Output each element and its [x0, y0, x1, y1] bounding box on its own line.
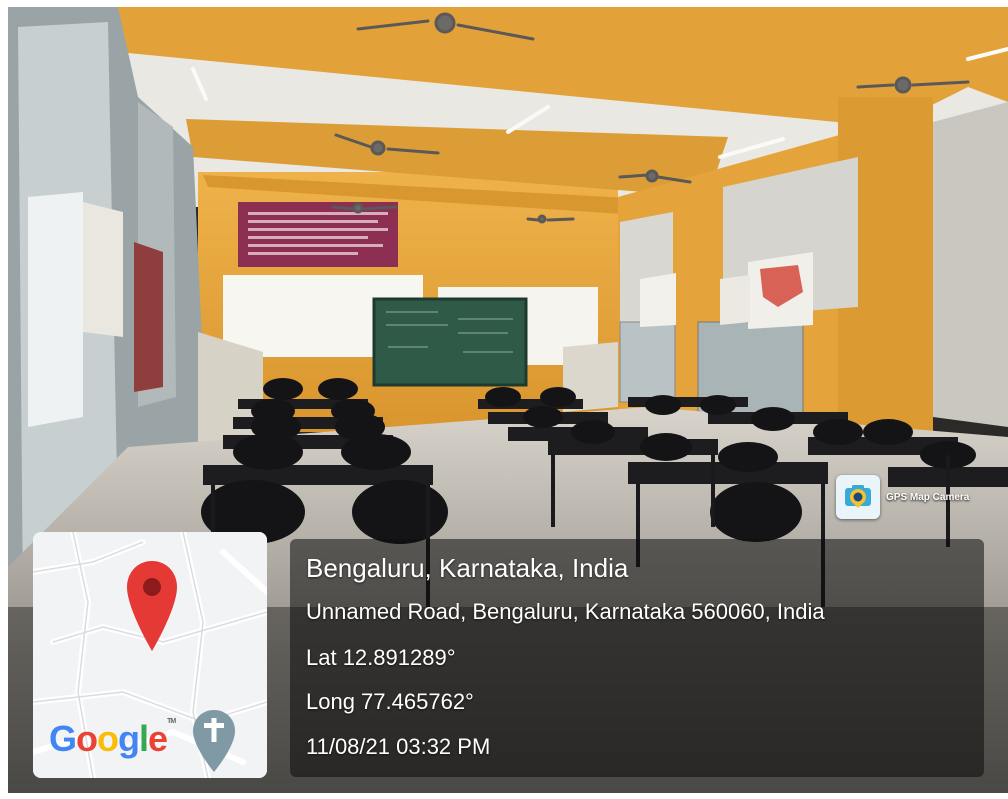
gps-map-camera-badge: GPS Map Camera — [836, 475, 969, 519]
wall-poster — [640, 273, 676, 327]
stamp-app-name: GPS Map Camera — [886, 491, 970, 503]
location-datetime: 11/08/21 03:32 PM — [306, 734, 491, 759]
location-longitude: Long 77.465762° — [306, 689, 474, 714]
location-info-panel: Bengaluru, Karnataka, India Unnamed Road… — [290, 539, 984, 777]
photo-frame: GPS Map Camera GoogleTM Bengaluru, Karna… — [8, 7, 1008, 793]
wall-banner — [238, 202, 398, 267]
google-logo: GoogleTM — [49, 718, 176, 759]
left-notice — [134, 242, 163, 392]
glass-cabinet — [619, 321, 676, 403]
cross-marker-icon — [193, 710, 235, 772]
location-address: Unnamed Road, Bengaluru, Karnataka 56006… — [306, 599, 825, 624]
map-pin-icon — [127, 561, 177, 651]
location-latitude: Lat 12.891289° — [306, 645, 456, 670]
left-notice — [83, 202, 123, 337]
window-blind — [933, 102, 1008, 427]
wall-poster — [720, 275, 750, 325]
map-thumbnail: GoogleTM — [33, 532, 267, 778]
left-window — [28, 192, 83, 427]
location-place: Bengaluru, Karnataka, India — [306, 553, 629, 583]
camera-lens-pin-icon — [836, 475, 880, 519]
